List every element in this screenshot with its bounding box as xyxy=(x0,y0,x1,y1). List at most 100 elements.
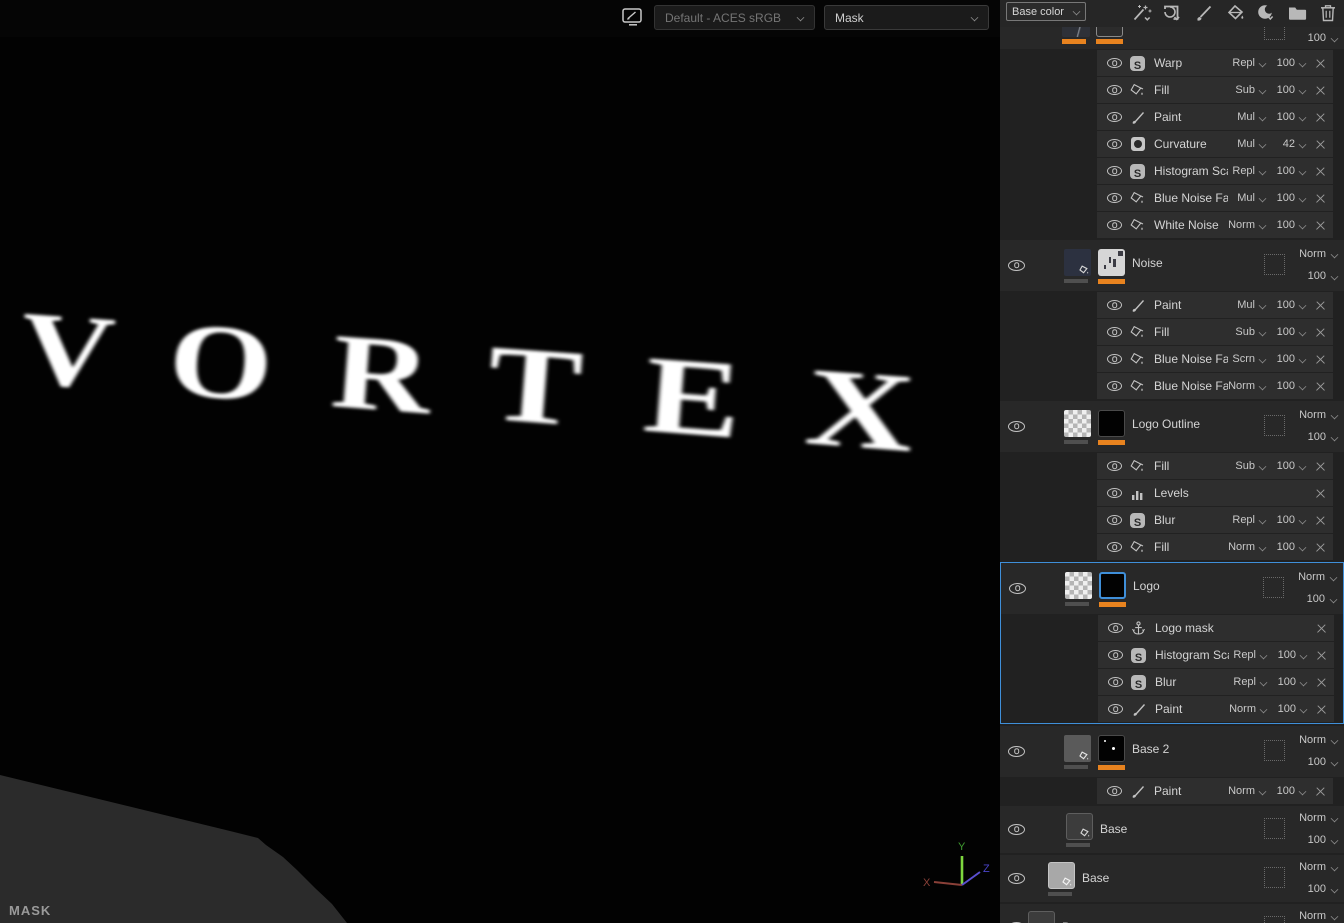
paint-brush-icon[interactable] xyxy=(1193,3,1215,22)
visibility-eye-icon[interactable] xyxy=(1108,677,1123,687)
visibility-eye-icon[interactable] xyxy=(1107,515,1122,525)
anchor-reference-slot[interactable] xyxy=(1264,27,1285,40)
content-thumbnail[interactable] xyxy=(1098,410,1125,437)
effect-row[interactable]: Fill Norm 100 xyxy=(1097,534,1333,560)
visibility-eye-icon[interactable] xyxy=(1008,872,1025,884)
blend-mode-select[interactable]: Norm xyxy=(1299,807,1339,829)
visibility-eye-icon[interactable] xyxy=(1009,582,1026,594)
delete-effect-icon[interactable] xyxy=(1316,543,1325,552)
delete-effect-icon[interactable] xyxy=(1316,355,1325,364)
delete-effect-icon[interactable] xyxy=(1316,328,1325,337)
visibility-eye-icon[interactable] xyxy=(1107,327,1122,337)
layer-row[interactable]: Base Norm 100 xyxy=(1000,855,1344,902)
blend-mode-select[interactable]: Norm xyxy=(1299,243,1339,265)
blend-mode-select[interactable]: Norm xyxy=(1299,404,1339,426)
opacity-select[interactable]: 42 xyxy=(1273,138,1295,150)
opacity-select[interactable]: 100 xyxy=(1299,751,1339,773)
effect-row[interactable]: Logo mask xyxy=(1098,615,1334,641)
channel-mode-select[interactable]: Mask xyxy=(824,5,989,30)
visibility-eye-icon[interactable] xyxy=(1107,85,1122,95)
blend-mode-select[interactable]: Norm xyxy=(1299,905,1339,923)
content-thumbnail[interactable] xyxy=(1096,27,1123,37)
blend-mode-select[interactable]: Sub xyxy=(1228,84,1255,96)
blend-mode-select[interactable]: Repl xyxy=(1229,649,1256,661)
delete-effect-icon[interactable] xyxy=(1317,678,1326,687)
delete-effect-icon[interactable] xyxy=(1316,462,1325,471)
visibility-eye-icon[interactable] xyxy=(1108,650,1123,660)
effect-row[interactable]: Paint Norm 100 xyxy=(1098,696,1334,722)
delete-effect-icon[interactable] xyxy=(1316,167,1325,176)
visibility-eye-icon[interactable] xyxy=(1108,704,1123,714)
visibility-eye-icon[interactable] xyxy=(1107,139,1122,149)
anchor-reference-slot[interactable] xyxy=(1264,916,1285,923)
visibility-eye-icon[interactable] xyxy=(1008,823,1025,835)
effect-row[interactable]: Paint Mul 100 xyxy=(1097,104,1333,130)
mask-thumbnail[interactable] xyxy=(1065,572,1092,599)
trash-icon[interactable] xyxy=(1317,3,1339,22)
opacity-select[interactable]: 100 xyxy=(1273,192,1295,204)
visibility-eye-icon[interactable] xyxy=(1107,381,1122,391)
blend-mode-select[interactable]: Norm xyxy=(1228,541,1255,553)
opacity-select[interactable]: 100 xyxy=(1273,111,1295,123)
layer-row[interactable]: Base Norm 100 xyxy=(1000,806,1344,853)
blend-mode-select[interactable]: Repl xyxy=(1228,57,1255,69)
opacity-select[interactable]: 100 xyxy=(1299,878,1339,900)
delete-effect-icon[interactable] xyxy=(1316,194,1325,203)
effect-row[interactable]: Levels xyxy=(1097,480,1333,506)
opacity-select[interactable]: 100 xyxy=(1273,785,1295,797)
delete-effect-icon[interactable] xyxy=(1317,651,1326,660)
opacity-select[interactable]: 100 xyxy=(1273,353,1295,365)
opacity-select[interactable]: 100 xyxy=(1274,676,1296,688)
blend-mode-select[interactable]: Norm xyxy=(1229,703,1256,715)
layer-group-row[interactable]: Noise Norm 100 xyxy=(1000,240,1344,291)
content-thumbnail[interactable] xyxy=(1048,862,1075,889)
mask-thumbnail[interactable] xyxy=(1064,735,1091,762)
opacity-select[interactable]: 100 xyxy=(1273,380,1295,392)
delete-effect-icon[interactable] xyxy=(1316,489,1325,498)
axis-gizmo[interactable]: Y X Z xyxy=(921,832,995,912)
content-thumbnail[interactable] xyxy=(1098,249,1125,276)
anchor-reference-slot[interactable] xyxy=(1264,254,1285,275)
blend-mode-select[interactable]: Sub xyxy=(1228,326,1255,338)
opacity-select[interactable]: 100 xyxy=(1299,265,1339,287)
add-effect-wand-icon[interactable] xyxy=(1131,3,1153,22)
content-thumbnail[interactable] xyxy=(1099,572,1126,599)
blend-mode-select[interactable]: Mul xyxy=(1228,299,1255,311)
anchor-reference-slot[interactable] xyxy=(1264,740,1285,761)
delete-effect-icon[interactable] xyxy=(1316,301,1325,310)
delete-effect-icon[interactable] xyxy=(1317,705,1326,714)
delete-effect-icon[interactable] xyxy=(1316,221,1325,230)
effect-row[interactable]: Paint Norm 100 xyxy=(1097,778,1333,804)
delete-effect-icon[interactable] xyxy=(1316,382,1325,391)
blend-mode-select[interactable]: Mul xyxy=(1228,138,1255,150)
blend-mode-select[interactable]: Norm xyxy=(1299,856,1339,878)
effect-row[interactable]: White Noise Norm 100 xyxy=(1097,212,1333,238)
visibility-eye-icon[interactable] xyxy=(1107,300,1122,310)
blend-mode-select[interactable]: Scrn xyxy=(1228,353,1255,365)
opacity-select[interactable]: 100 xyxy=(1273,165,1295,177)
blend-mode-select[interactable]: Norm xyxy=(1228,785,1255,797)
blend-mode-select[interactable]: Norm xyxy=(1228,219,1255,231)
content-thumbnail[interactable] xyxy=(1066,813,1093,840)
opacity-select[interactable]: 100 xyxy=(1273,326,1295,338)
effect-row[interactable]: Blur Repl 100 xyxy=(1098,669,1334,695)
projection-icon[interactable] xyxy=(1255,3,1277,22)
fill-bucket-icon[interactable] xyxy=(1224,3,1246,22)
opacity-select[interactable]: 100 xyxy=(1299,829,1339,851)
opacity-select[interactable]: 100 xyxy=(1273,460,1295,472)
delete-effect-icon[interactable] xyxy=(1316,113,1325,122)
blend-mode-select[interactable]: Repl xyxy=(1228,514,1255,526)
effect-row[interactable]: Curvature Mul 42 xyxy=(1097,131,1333,157)
mask-thumbnail[interactable] xyxy=(1064,249,1091,276)
content-thumbnail[interactable] xyxy=(1028,911,1055,923)
visibility-eye-icon[interactable] xyxy=(1107,58,1122,68)
display-profile-select[interactable]: Default - ACES sRGB xyxy=(654,5,815,30)
opacity-select[interactable]: 100 xyxy=(1273,541,1295,553)
blend-mode-select[interactable]: Repl xyxy=(1228,165,1255,177)
opacity-select[interactable]: 100 xyxy=(1274,649,1296,661)
opacity-select[interactable]: 100 xyxy=(1273,514,1295,526)
opacity-select[interactable]: 100 xyxy=(1308,27,1339,49)
delete-effect-icon[interactable] xyxy=(1317,624,1326,633)
blend-mode-select[interactable]: Sub xyxy=(1228,460,1255,472)
opacity-select[interactable]: 100 xyxy=(1273,84,1295,96)
